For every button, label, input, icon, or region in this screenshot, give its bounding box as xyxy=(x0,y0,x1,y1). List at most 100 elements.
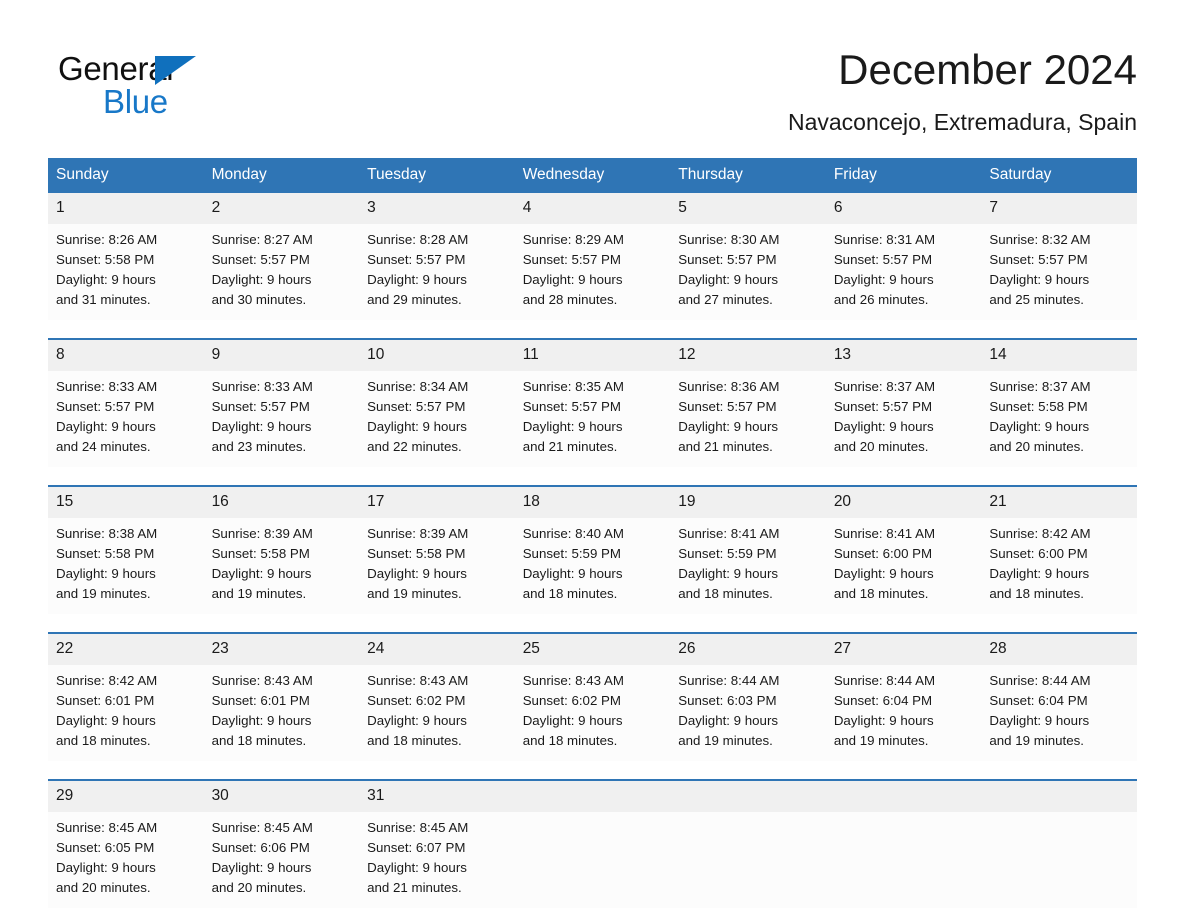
day-cell-16[interactable]: Sunrise: 8:39 AM Sunset: 5:58 PM Daylight:… xyxy=(203,518,360,614)
day-daylight-text: Daylight: 9 hours xyxy=(211,860,312,875)
day-number-4[interactable]: 4 xyxy=(514,193,671,224)
day-number-21[interactable]: 21 xyxy=(981,487,1137,518)
day-number-23[interactable]: 23 xyxy=(203,634,360,665)
day-cell-14[interactable]: Sunrise: 8:37 AM Sunset: 5:58 PM Daylight:… xyxy=(981,371,1137,467)
day-number-11[interactable]: 11 xyxy=(514,340,671,371)
day-daylight-text: Daylight: 9 hours xyxy=(56,419,156,434)
day-cell-6[interactable]: Sunrise: 8:31 AM Sunset: 5:57 PM Daylight:… xyxy=(825,224,982,320)
day-sunset-text: Sunset: 6:00 PM xyxy=(989,546,1088,561)
day-cell-31[interactable]: Sunrise: 8:45 AM Sunset: 6:07 PM Daylight:… xyxy=(359,812,515,908)
day-number-8[interactable]: 8 xyxy=(48,340,204,371)
day-cell-23[interactable]: Sunrise: 8:43 AM Sunset: 6:01 PM Daylight:… xyxy=(203,665,360,761)
day-daylight-text: and 22 minutes. xyxy=(367,439,462,454)
day-daylight-text: and 30 minutes. xyxy=(211,292,307,307)
day-daylight-text: and 18 minutes. xyxy=(989,586,1084,601)
day-number-7[interactable]: 7 xyxy=(981,193,1137,224)
day-daylight-text: Daylight: 9 hours xyxy=(56,566,156,581)
day-number-3[interactable]: 3 xyxy=(359,193,515,224)
day-daylight-text: Daylight: 9 hours xyxy=(833,272,934,287)
day-cell-22[interactable]: Sunrise: 8:42 AM Sunset: 6:01 PM Daylight:… xyxy=(48,665,204,761)
day-cell-13[interactable]: Sunrise: 8:37 AM Sunset: 5:57 PM Daylight:… xyxy=(825,371,982,467)
day-number-17[interactable]: 17 xyxy=(359,487,515,518)
day-number-19[interactable]: 19 xyxy=(670,487,826,518)
day-number-25[interactable]: 25 xyxy=(514,634,671,665)
day-number-26[interactable]: 26 xyxy=(670,634,826,665)
day-number-28[interactable]: 28 xyxy=(981,634,1137,665)
day-cell-11[interactable]: Sunrise: 8:35 AM Sunset: 5:57 PM Daylight:… xyxy=(514,371,671,467)
day-number-10[interactable]: 10 xyxy=(359,340,515,371)
day-detail-row: Sunrise: 8:26 AM Sunset: 5:58 PM Daylight:… xyxy=(48,224,1137,320)
day-cell-26[interactable]: Sunrise: 8:44 AM Sunset: 6:03 PM Daylight:… xyxy=(670,665,826,761)
day-cell-10[interactable]: Sunrise: 8:34 AM Sunset: 5:57 PM Daylight:… xyxy=(359,371,515,467)
day-cell-12[interactable]: Sunrise: 8:36 AM Sunset: 5:57 PM Daylight:… xyxy=(670,371,826,467)
day-sunset-text: Sunset: 6:03 PM xyxy=(678,693,777,708)
day-daylight-text: Daylight: 9 hours xyxy=(56,713,156,728)
day-sunset-text: Sunset: 6:07 PM xyxy=(367,840,466,855)
day-cell-24[interactable]: Sunrise: 8:43 AM Sunset: 6:02 PM Daylight:… xyxy=(359,665,515,761)
day-cell-29[interactable]: Sunrise: 8:45 AM Sunset: 6:05 PM Daylight:… xyxy=(48,812,204,908)
day-daylight-text: and 19 minutes. xyxy=(367,586,462,601)
day-cell-30[interactable]: Sunrise: 8:45 AM Sunset: 6:06 PM Daylight:… xyxy=(203,812,360,908)
day-cell-7[interactable]: Sunrise: 8:32 AM Sunset: 5:57 PM Daylight:… xyxy=(981,224,1137,320)
day-cell-2[interactable]: Sunrise: 8:27 AM Sunset: 5:57 PM Daylight:… xyxy=(203,224,360,320)
day-daylight-text: Daylight: 9 hours xyxy=(522,713,623,728)
logo-triangle-icon xyxy=(155,56,196,85)
day-number-24[interactable]: 24 xyxy=(359,634,515,665)
day-sunset-text: Sunset: 6:01 PM xyxy=(211,693,310,708)
day-sunset-text: Sunset: 5:58 PM xyxy=(211,546,310,561)
day-number-1[interactable]: 1 xyxy=(48,193,204,224)
day-number-12[interactable]: 12 xyxy=(670,340,826,371)
day-cell-19[interactable]: Sunrise: 8:41 AM Sunset: 5:59 PM Daylight:… xyxy=(670,518,826,614)
day-number-20[interactable]: 20 xyxy=(825,487,982,518)
day-cell-8[interactable]: Sunrise: 8:33 AM Sunset: 5:57 PM Daylight:… xyxy=(48,371,204,467)
day-number-2[interactable]: 2 xyxy=(203,193,360,224)
day-daylight-text: Daylight: 9 hours xyxy=(833,713,934,728)
day-cell-17[interactable]: Sunrise: 8:39 AM Sunset: 5:58 PM Daylight:… xyxy=(359,518,515,614)
day-sunset-text: Sunset: 5:57 PM xyxy=(678,252,777,267)
weekday-header-sunday: Sunday xyxy=(48,158,204,193)
day-number-15[interactable]: 15 xyxy=(48,487,204,518)
page-title: December 2024 xyxy=(838,46,1137,93)
weekday-header-wednesday: Wednesday xyxy=(514,158,671,193)
day-sunrise-text: Sunrise: 8:37 AM xyxy=(833,379,936,394)
day-cell-15[interactable]: Sunrise: 8:38 AM Sunset: 5:58 PM Daylight:… xyxy=(48,518,204,614)
day-number-9[interactable]: 9 xyxy=(203,340,360,371)
day-detail-row: Sunrise: 8:45 AM Sunset: 6:05 PM Daylight:… xyxy=(48,812,1137,908)
day-number-empty xyxy=(981,781,1137,812)
day-cell-25[interactable]: Sunrise: 8:43 AM Sunset: 6:02 PM Daylight:… xyxy=(514,665,671,761)
day-sunset-text: Sunset: 6:02 PM xyxy=(522,693,621,708)
day-daylight-text: and 21 minutes. xyxy=(522,439,618,454)
day-cell-1[interactable]: Sunrise: 8:26 AM Sunset: 5:58 PM Daylight:… xyxy=(48,224,204,320)
day-cell-27[interactable]: Sunrise: 8:44 AM Sunset: 6:04 PM Daylight:… xyxy=(825,665,982,761)
day-cell-28[interactable]: Sunrise: 8:44 AM Sunset: 6:04 PM Daylight:… xyxy=(981,665,1137,761)
day-daylight-text: Daylight: 9 hours xyxy=(833,566,934,581)
day-number-27[interactable]: 27 xyxy=(825,634,982,665)
day-number-5[interactable]: 5 xyxy=(670,193,826,224)
day-number-16[interactable]: 16 xyxy=(203,487,360,518)
day-sunset-text: Sunset: 5:59 PM xyxy=(678,546,777,561)
day-cell-4[interactable]: Sunrise: 8:29 AM Sunset: 5:57 PM Daylight:… xyxy=(514,224,671,320)
day-number-13[interactable]: 13 xyxy=(825,340,982,371)
day-daylight-text: and 21 minutes. xyxy=(367,880,462,895)
day-cell-5[interactable]: Sunrise: 8:30 AM Sunset: 5:57 PM Daylight:… xyxy=(670,224,826,320)
day-cell-21[interactable]: Sunrise: 8:42 AM Sunset: 6:00 PM Daylight:… xyxy=(981,518,1137,614)
day-daylight-text: Daylight: 9 hours xyxy=(211,272,312,287)
day-number-29[interactable]: 29 xyxy=(48,781,204,812)
day-number-6[interactable]: 6 xyxy=(825,193,982,224)
week-spacer xyxy=(48,761,1137,779)
day-cell-20[interactable]: Sunrise: 8:41 AM Sunset: 6:00 PM Daylight:… xyxy=(825,518,982,614)
day-sunrise-text: Sunrise: 8:29 AM xyxy=(522,232,624,247)
day-number-30[interactable]: 30 xyxy=(203,781,360,812)
day-daylight-text: Daylight: 9 hours xyxy=(989,713,1090,728)
day-sunrise-text: Sunrise: 8:30 AM xyxy=(678,232,780,247)
day-cell-18[interactable]: Sunrise: 8:40 AM Sunset: 5:59 PM Daylight:… xyxy=(514,518,671,614)
day-number-18[interactable]: 18 xyxy=(514,487,671,518)
day-number-14[interactable]: 14 xyxy=(981,340,1137,371)
day-cell-3[interactable]: Sunrise: 8:28 AM Sunset: 5:57 PM Daylight:… xyxy=(359,224,515,320)
day-sunrise-text: Sunrise: 8:36 AM xyxy=(678,379,780,394)
day-number-22[interactable]: 22 xyxy=(48,634,204,665)
day-number-31[interactable]: 31 xyxy=(359,781,515,812)
day-cell-9[interactable]: Sunrise: 8:33 AM Sunset: 5:57 PM Daylight:… xyxy=(203,371,360,467)
day-number-row: 1234567 xyxy=(48,193,1137,224)
day-sunrise-text: Sunrise: 8:44 AM xyxy=(678,673,780,688)
